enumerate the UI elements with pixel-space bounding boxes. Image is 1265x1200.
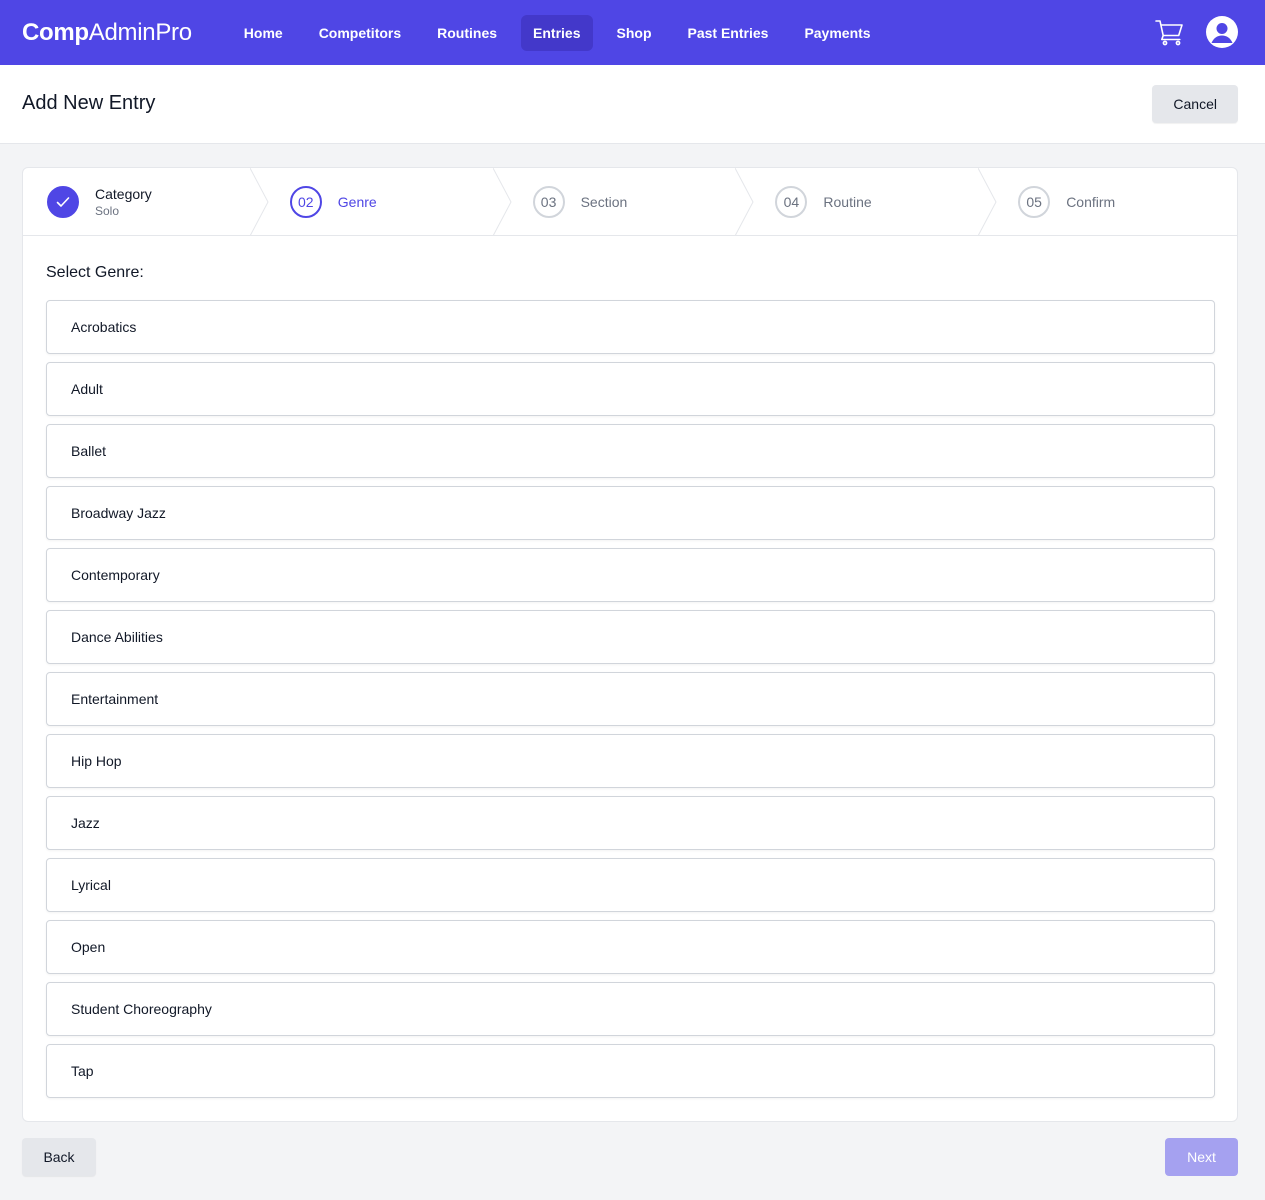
nav-item-routines[interactable]: Routines bbox=[425, 15, 509, 51]
genre-option[interactable]: Ballet bbox=[46, 424, 1215, 478]
logo-text-bold: Comp bbox=[22, 18, 89, 46]
genre-option[interactable]: Dance Abilities bbox=[46, 610, 1215, 664]
cancel-button[interactable]: Cancel bbox=[1152, 85, 1238, 123]
step-complete-circle bbox=[47, 185, 79, 218]
step-label: Confirm bbox=[1066, 193, 1116, 210]
step-number: 02 bbox=[289, 185, 322, 218]
nav-item-home[interactable]: Home bbox=[232, 15, 295, 51]
step-label: Genre bbox=[337, 193, 377, 210]
step-number: 04 bbox=[775, 185, 808, 218]
step-section[interactable]: 03 Section bbox=[509, 168, 754, 236]
check-icon bbox=[56, 196, 70, 207]
page-header: Add New Entry Cancel bbox=[0, 65, 1265, 144]
nav-item-entries[interactable]: Entries bbox=[521, 14, 593, 51]
user-avatar-icon[interactable] bbox=[1206, 16, 1238, 48]
step-confirm[interactable]: 05 Confirm bbox=[994, 168, 1237, 235]
genre-option[interactable]: Jazz bbox=[46, 796, 1215, 850]
step-routine[interactable]: 04 Routine bbox=[751, 168, 997, 236]
genre-option[interactable]: Broadway Jazz bbox=[46, 486, 1215, 540]
genre-option[interactable]: Tap bbox=[46, 1044, 1215, 1098]
step-number: 03 bbox=[532, 185, 565, 218]
step-label: Routine bbox=[823, 193, 872, 210]
genre-option[interactable]: Contemporary bbox=[46, 548, 1215, 602]
genre-option[interactable]: Hip Hop bbox=[46, 734, 1215, 788]
genre-option[interactable]: Student Choreography bbox=[46, 982, 1215, 1036]
genre-option[interactable]: Adult bbox=[46, 362, 1215, 416]
nav-item-payments[interactable]: Payments bbox=[792, 15, 882, 51]
genre-option[interactable]: Lyrical bbox=[46, 858, 1215, 912]
nav-item-past-entries[interactable]: Past Entries bbox=[676, 15, 781, 51]
step-label: Section bbox=[580, 193, 628, 210]
nav-item-shop[interactable]: Shop bbox=[605, 15, 664, 51]
nav-menu: Home Competitors Routines Entries Shop P… bbox=[232, 14, 895, 51]
genre-list: Acrobatics Adult Ballet Broadway Jazz Co… bbox=[46, 300, 1215, 1106]
step-genre[interactable]: 02 Genre bbox=[266, 168, 512, 236]
step-number: 05 bbox=[1018, 185, 1051, 218]
nav-item-competitors[interactable]: Competitors bbox=[307, 15, 413, 51]
entry-wizard-card: Category Solo 02 Genre 03 Section 04 Rou… bbox=[22, 167, 1238, 1122]
cart-icon[interactable] bbox=[1154, 17, 1184, 47]
app-logo[interactable]: CompAdminPro bbox=[22, 19, 192, 47]
page-title: Add New Entry bbox=[22, 91, 156, 114]
select-genre-label: Select Genre: bbox=[46, 264, 144, 281]
top-navbar: CompAdminPro Home Competitors Routines E… bbox=[0, 0, 1265, 65]
step-label: Category bbox=[95, 185, 152, 202]
genre-option[interactable]: Acrobatics bbox=[46, 300, 1215, 354]
next-button[interactable]: Next bbox=[1165, 1138, 1238, 1176]
genre-option[interactable]: Entertainment bbox=[46, 672, 1215, 726]
genre-option[interactable]: Open bbox=[46, 920, 1215, 974]
logo-text: AdminPro bbox=[88, 18, 192, 46]
progress-steps: Category Solo 02 Genre 03 Section 04 Rou… bbox=[23, 168, 1237, 236]
user-silhouette-icon bbox=[1211, 23, 1233, 43]
step-sublabel: Solo bbox=[95, 203, 120, 218]
back-button[interactable]: Back bbox=[22, 1138, 96, 1176]
step-category[interactable]: Category Solo bbox=[23, 168, 269, 236]
